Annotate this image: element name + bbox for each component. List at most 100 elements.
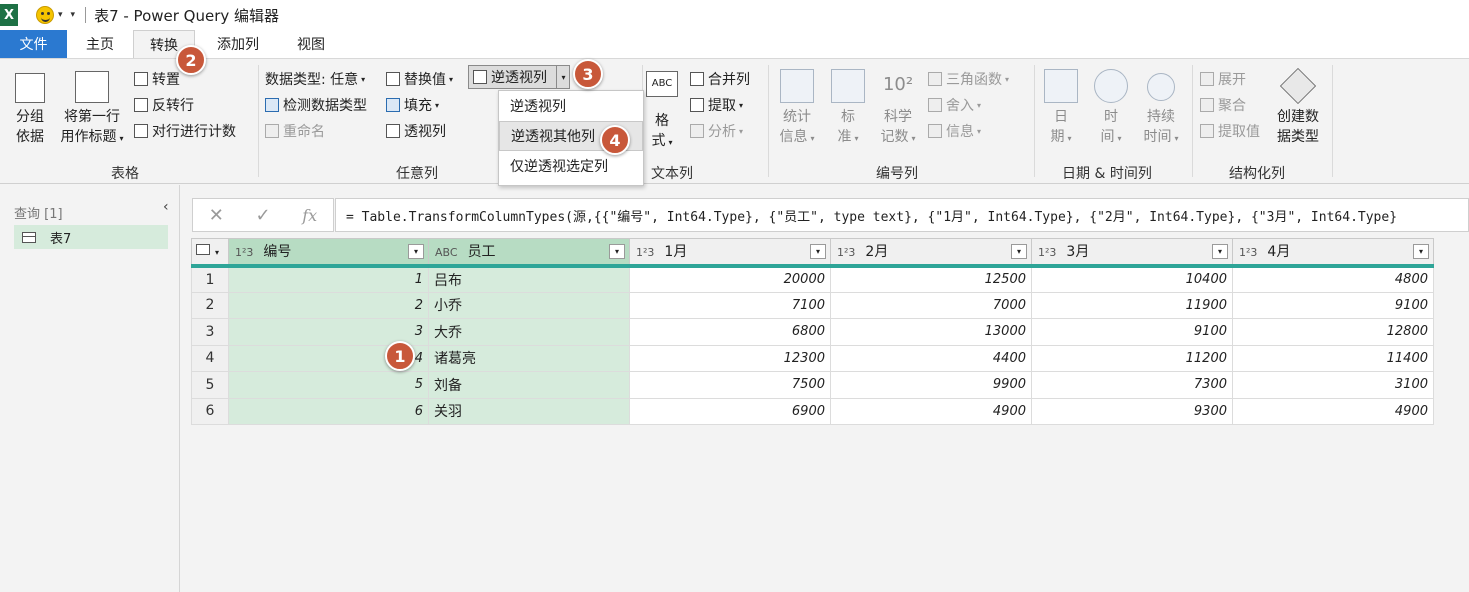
cell[interactable]: 11200 (1031, 344, 1233, 372)
count-rows-button[interactable]: 对行进行计数 (134, 121, 236, 141)
fx-icon[interactable]: fx (302, 206, 317, 225)
type-icon[interactable]: 1²3 (1239, 246, 1257, 259)
merge-columns-button[interactable]: 合并列 (690, 69, 750, 89)
trigonometry-button[interactable]: 三角函数 ▾ (928, 69, 1009, 89)
menu-item-unpivot-columns[interactable]: 逆透视列 (499, 91, 643, 121)
cell[interactable]: 关羽 (428, 397, 630, 425)
filter-dropdown-icon[interactable]: ▾ (1011, 244, 1027, 259)
column-header[interactable]: ABC 员工 ▾ (428, 238, 630, 268)
transpose-button[interactable]: 转置 (134, 69, 180, 89)
filter-dropdown-icon[interactable]: ▾ (609, 244, 625, 259)
cell[interactable]: 4900 (1232, 397, 1434, 425)
column-header[interactable]: 1²3 4月 ▾ (1232, 238, 1434, 268)
time-button[interactable]: 时 间 ▾ (1090, 69, 1132, 149)
row-number[interactable]: 4 (191, 344, 229, 372)
type-icon[interactable]: 1²3 (1038, 246, 1056, 259)
cell[interactable]: 12500 (830, 265, 1032, 293)
date-button[interactable]: 日 期 ▾ (1040, 69, 1082, 149)
aggregate-button[interactable]: 聚合 (1200, 95, 1246, 115)
pivot-column-button[interactable]: 透视列 (386, 121, 446, 141)
query-item[interactable]: 表7 (14, 225, 168, 249)
cell[interactable]: 11900 (1031, 291, 1233, 319)
unpivot-dropdown-arrow[interactable]: ▾ (556, 66, 570, 88)
extract-values-button[interactable]: 提取值 (1200, 121, 1260, 141)
cell[interactable]: 9900 (830, 371, 1032, 399)
row-number[interactable]: 5 (191, 371, 229, 399)
tab-view[interactable]: 视图 (281, 30, 341, 58)
cell[interactable]: 7100 (629, 291, 831, 319)
group-by-button[interactable]: 分组 依据 (8, 69, 52, 147)
type-icon[interactable]: ABC (435, 246, 458, 259)
row-number[interactable]: 2 (191, 291, 229, 319)
collapse-chevron-icon[interactable]: ‹ (163, 199, 169, 215)
duration-button[interactable]: 持续 时间 ▾ (1136, 69, 1186, 149)
table-menu-button[interactable]: ▾ (191, 238, 229, 268)
cell[interactable]: 6800 (629, 318, 831, 346)
filter-dropdown-icon[interactable]: ▾ (1212, 244, 1228, 259)
cell[interactable]: 4800 (1232, 265, 1434, 293)
cell[interactable]: 7500 (629, 371, 831, 399)
detect-type-button[interactable]: 检测数据类型 (265, 95, 367, 115)
reverse-rows-button[interactable]: 反转行 (134, 95, 194, 115)
cell[interactable]: 4900 (830, 397, 1032, 425)
cancel-formula-icon[interactable]: ✕ (209, 205, 224, 226)
type-icon[interactable]: 1²3 (636, 246, 654, 259)
cell[interactable]: 9300 (1031, 397, 1233, 425)
column-header[interactable]: 1²3 编号 ▾ (228, 238, 429, 268)
tab-file[interactable]: 文件 (0, 30, 67, 58)
rename-button[interactable]: 重命名 (265, 121, 325, 141)
parse-button[interactable]: 分析 ▾ (690, 121, 743, 141)
first-row-headers-button[interactable]: 将第一行 用作标题 ▾ (54, 69, 130, 149)
format-button[interactable]: ABC 格 式 ▾ (644, 71, 680, 153)
statistics-button[interactable]: 统计 信息 ▾ (774, 69, 820, 149)
column-header[interactable]: 1²3 2月 ▾ (830, 238, 1032, 268)
column-header[interactable]: 1²3 3月 ▾ (1031, 238, 1233, 268)
fill-button[interactable]: 填充 ▾ (386, 95, 439, 115)
cell[interactable]: 10400 (1031, 265, 1233, 293)
filter-dropdown-icon[interactable]: ▾ (408, 244, 424, 259)
replace-values-button[interactable]: 替换值 ▾ (386, 69, 453, 89)
quick-access-customize-icon[interactable]: ▾ (71, 10, 76, 20)
smiley-feedback-icon[interactable] (36, 6, 54, 24)
cell[interactable]: 6 (228, 397, 429, 425)
menu-item-unpivot-selected-only[interactable]: 仅逆透视选定列 (499, 151, 643, 181)
cell[interactable]: 小乔 (428, 291, 630, 319)
filter-dropdown-icon[interactable]: ▾ (1413, 244, 1429, 259)
cell[interactable]: 9100 (1031, 318, 1233, 346)
filter-dropdown-icon[interactable]: ▾ (810, 244, 826, 259)
cell[interactable]: 1 (228, 265, 429, 293)
cell[interactable]: 12800 (1232, 318, 1434, 346)
extract-button[interactable]: 提取 ▾ (690, 95, 743, 115)
row-number[interactable]: 6 (191, 397, 229, 425)
cell[interactable]: 2 (228, 291, 429, 319)
cell[interactable]: 刘备 (428, 371, 630, 399)
tab-home[interactable]: 主页 (67, 30, 133, 58)
cell[interactable]: 7300 (1031, 371, 1233, 399)
cell[interactable]: 诸葛亮 (428, 344, 630, 372)
cell[interactable]: 4400 (830, 344, 1032, 372)
column-header[interactable]: 1²3 1月 ▾ (629, 238, 831, 268)
type-icon[interactable]: 1²3 (235, 246, 253, 259)
data-type-dropdown[interactable]: 数据类型: 任意 ▾ (265, 69, 365, 89)
cell[interactable]: 13000 (830, 318, 1032, 346)
cell[interactable]: 5 (228, 371, 429, 399)
commit-formula-icon[interactable]: ✓ (256, 205, 271, 226)
chevron-down-icon[interactable]: ▾ (58, 10, 63, 20)
tab-add-column[interactable]: 添加列 (195, 30, 281, 58)
information-button[interactable]: 信息 ▾ (928, 121, 981, 141)
cell[interactable]: 6900 (629, 397, 831, 425)
create-data-type-button[interactable]: 创建数 据类型 (1272, 67, 1324, 147)
scientific-button[interactable]: 10² 科学 记数 ▾ (874, 69, 922, 149)
standard-button[interactable]: 标 准 ▾ (826, 69, 870, 149)
cell[interactable]: 9100 (1232, 291, 1434, 319)
cell[interactable]: 11400 (1232, 344, 1434, 372)
cell[interactable]: 20000 (629, 265, 831, 293)
rounding-button[interactable]: 舍入 ▾ (928, 95, 981, 115)
cell[interactable]: 大乔 (428, 318, 630, 346)
cell[interactable]: 7000 (830, 291, 1032, 319)
row-number[interactable]: 3 (191, 318, 229, 346)
formula-input[interactable]: = Table.TransformColumnTypes(源,{{"编号", I… (335, 198, 1469, 232)
cell[interactable]: 吕布 (428, 265, 630, 293)
expand-button[interactable]: 展开 (1200, 69, 1246, 89)
row-number[interactable]: 1 (191, 265, 229, 293)
